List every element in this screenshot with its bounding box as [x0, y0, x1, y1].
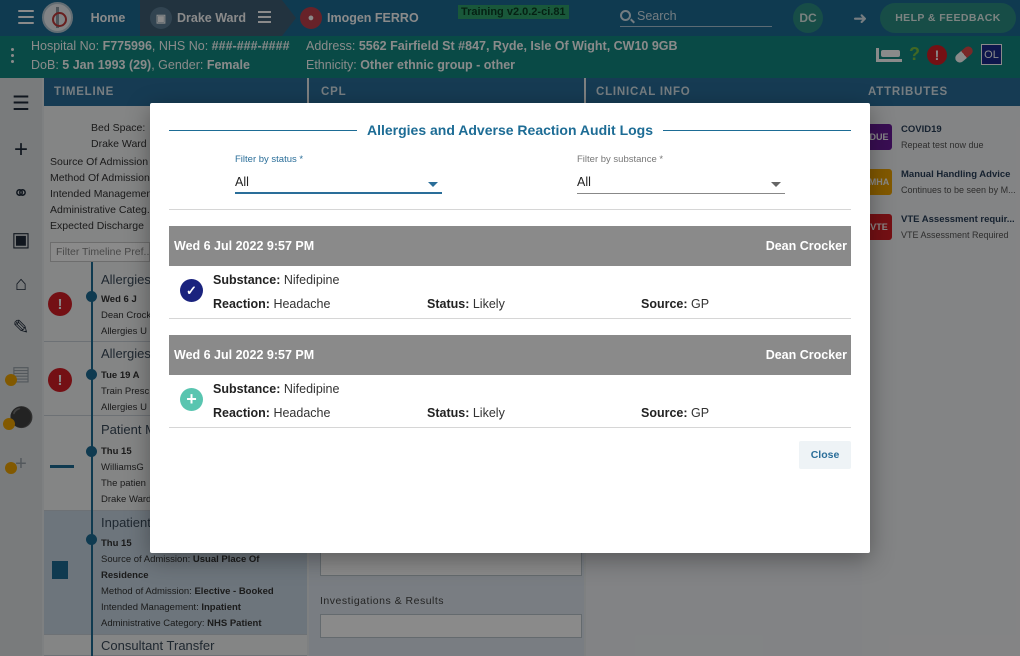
- substance-label: Substance:: [213, 273, 281, 287]
- log-entry-body: + Substance: Nifedipine Reaction: Headac…: [169, 375, 851, 428]
- plus-circle-icon: +: [180, 388, 203, 411]
- log-reaction: Reaction: Headache: [213, 406, 330, 420]
- reaction-value: Headache: [273, 406, 331, 420]
- status-value: Likely: [472, 297, 505, 311]
- filter-substance-label: Filter by substance *: [577, 154, 664, 165]
- filter-by-substance: Filter by substance * All: [577, 154, 785, 194]
- status-label: Status:: [427, 297, 470, 311]
- chevron-down-icon: [428, 182, 438, 187]
- log-status: Status: Likely: [427, 297, 505, 311]
- log-entry-body: ✓ Substance: Nifedipine Reaction: Headac…: [169, 266, 851, 319]
- log-reaction: Reaction: Headache: [213, 297, 330, 311]
- source-label: Source:: [641, 406, 688, 420]
- source-value: GP: [691, 406, 710, 420]
- substance-value: Nifedipine: [283, 382, 340, 396]
- filter-status-value: All: [235, 175, 249, 189]
- reaction-label: Reaction:: [213, 297, 270, 311]
- log-user: Dean Crocker: [765, 239, 847, 253]
- title-rule-right: [663, 129, 851, 131]
- divider: [169, 209, 851, 210]
- log-entry-header: Wed 6 Jul 2022 9:57 PM Dean Crocker: [169, 335, 851, 375]
- source-label: Source:: [641, 297, 688, 311]
- log-substance: Substance: Nifedipine: [213, 273, 339, 287]
- filter-substance-value: All: [577, 175, 591, 189]
- source-value: GP: [691, 297, 710, 311]
- status-label: Status:: [427, 406, 470, 420]
- filter-status-select[interactable]: All: [235, 171, 442, 194]
- status-value: Likely: [472, 406, 505, 420]
- title-rule-left: [169, 129, 357, 131]
- reaction-label: Reaction:: [213, 406, 270, 420]
- log-datetime: Wed 6 Jul 2022 9:57 PM: [174, 239, 315, 253]
- filter-by-status: Filter by status * All: [235, 154, 442, 194]
- log-datetime: Wed 6 Jul 2022 9:57 PM: [174, 348, 315, 362]
- log-source: Source: GP: [641, 406, 709, 420]
- filter-status-label: Filter by status *: [235, 154, 304, 165]
- substance-label: Substance:: [213, 382, 281, 396]
- log-status: Status: Likely: [427, 406, 505, 420]
- check-circle-icon: ✓: [180, 279, 203, 302]
- log-entry-header: Wed 6 Jul 2022 9:57 PM Dean Crocker: [169, 226, 851, 266]
- filter-substance-select[interactable]: All: [577, 171, 785, 194]
- close-button[interactable]: Close: [799, 441, 851, 469]
- log-substance: Substance: Nifedipine: [213, 382, 339, 396]
- log-source: Source: GP: [641, 297, 709, 311]
- audit-log-dialog: Allergies and Adverse Reaction Audit Log…: [150, 103, 870, 553]
- substance-value: Nifedipine: [283, 273, 340, 287]
- dialog-title: Allergies and Adverse Reaction Audit Log…: [366, 122, 654, 138]
- chevron-down-icon: [771, 182, 781, 187]
- dialog-title-bar: Allergies and Adverse Reaction Audit Log…: [169, 120, 851, 140]
- reaction-value: Headache: [273, 297, 331, 311]
- log-user: Dean Crocker: [765, 348, 847, 362]
